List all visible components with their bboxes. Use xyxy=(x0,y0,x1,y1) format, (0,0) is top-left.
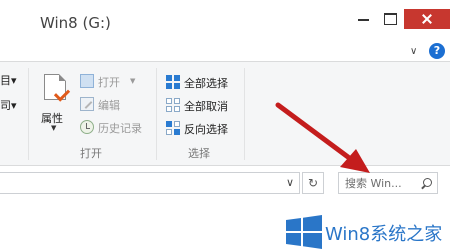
history-button[interactable]: 历史记录 xyxy=(80,118,156,138)
select-all-button[interactable]: 全部选择 xyxy=(166,72,244,92)
watermark: Win8系统之家 xyxy=(283,213,450,251)
search-icon[interactable] xyxy=(423,178,432,187)
history-label: 历史记录 xyxy=(98,122,142,135)
invert-selection-button[interactable]: 反向选择 xyxy=(166,118,244,138)
chevron-down-icon: ▼ xyxy=(130,77,136,85)
open-icon xyxy=(80,74,94,88)
window-title: Win8 (G:) xyxy=(40,14,111,32)
maximize-button[interactable] xyxy=(381,10,399,26)
windows-logo-icon xyxy=(286,215,322,249)
properties-icon xyxy=(44,74,71,102)
select-none-label: 全部取消 xyxy=(184,100,228,113)
invert-selection-label: 反向选择 xyxy=(184,123,228,136)
properties-button[interactable]: 属性 ▼ xyxy=(38,72,72,136)
ribbon-expand-chevron-icon[interactable]: ∨ xyxy=(410,46,417,57)
open-group-label: 打开 xyxy=(80,147,102,160)
select-none-button[interactable]: 全部取消 xyxy=(166,95,244,115)
arrow-shaft xyxy=(275,102,351,160)
select-group-label: 选择 xyxy=(188,147,210,160)
ribbon: 目▾ 司▾ 属性 ▼ 打开 ▼ 编辑 历史记录 打开 全部选择 全部取消 反向选… xyxy=(0,62,450,166)
open-button[interactable]: 打开 ▼ xyxy=(80,72,156,92)
minimize-button[interactable] xyxy=(355,10,373,26)
clipped-ribbon-item[interactable]: 司▾ xyxy=(0,97,17,113)
group-divider xyxy=(156,68,157,160)
watermark-text: Win8系统之家 xyxy=(325,224,443,245)
help-icon[interactable]: ? xyxy=(429,43,445,59)
open-label: 打开 xyxy=(98,76,120,89)
edit-icon xyxy=(80,97,94,111)
history-icon xyxy=(80,120,94,134)
check-mark-icon xyxy=(53,85,71,102)
chevron-down-icon: ▼ xyxy=(51,124,57,132)
edit-button[interactable]: 编辑 xyxy=(80,95,156,115)
close-button[interactable] xyxy=(404,9,450,29)
select-all-icon xyxy=(166,75,180,89)
group-divider xyxy=(28,68,29,160)
clipped-ribbon-item[interactable]: 目▾ xyxy=(0,72,17,88)
edit-label: 编辑 xyxy=(98,99,120,112)
ribbon-tab-row: ∨ ? xyxy=(0,42,450,62)
red-pointer-arrow xyxy=(275,102,370,173)
select-none-icon xyxy=(166,98,180,112)
select-all-label: 全部选择 xyxy=(184,77,228,90)
title-bar: Win8 (G:) xyxy=(0,0,450,42)
group-divider xyxy=(244,68,245,160)
address-bar[interactable] xyxy=(0,172,300,194)
invert-selection-icon xyxy=(166,121,180,135)
